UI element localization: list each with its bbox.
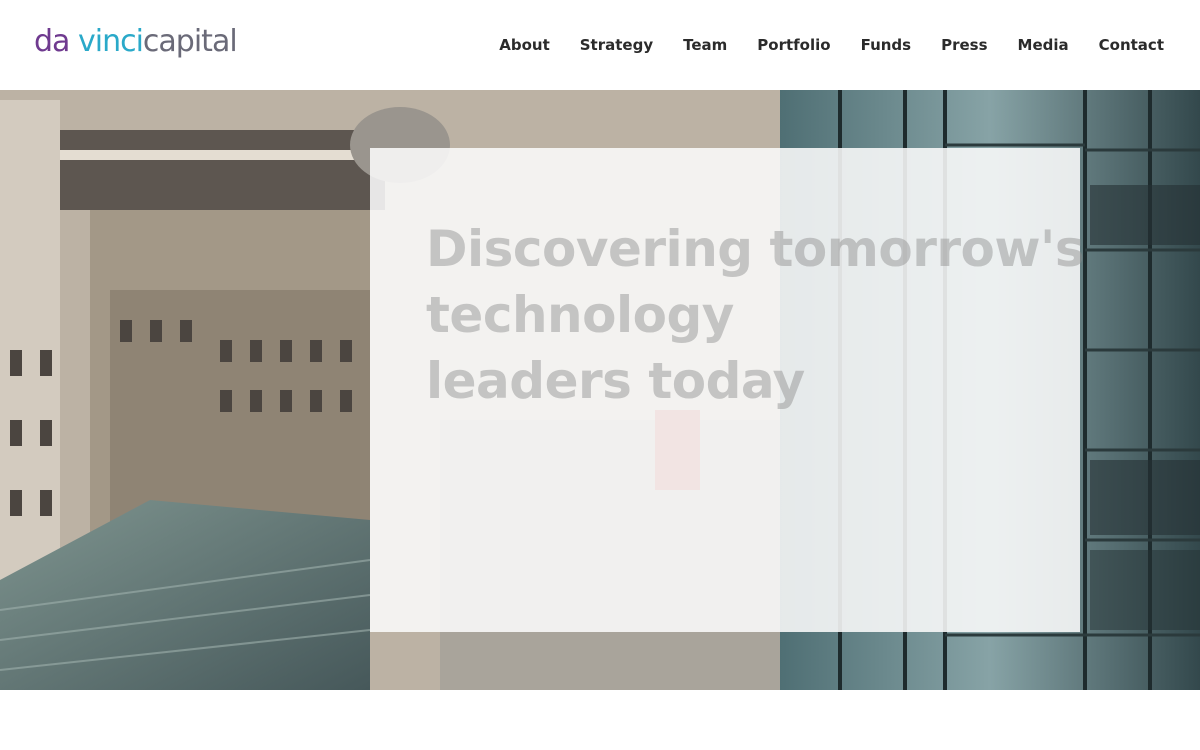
hero-headline-line1: Discovering tomorrow's xyxy=(426,220,1085,278)
nav-item-strategy[interactable]: Strategy xyxy=(580,34,653,56)
brand-logo[interactable]: da vincicapital xyxy=(34,24,238,60)
hero-headline-line2: technology xyxy=(426,286,734,344)
hero-section: Discovering tomorrow's technology leader… xyxy=(0,90,1200,690)
logo-word-vinci: vinci xyxy=(77,24,144,59)
hero-headline: Discovering tomorrow's technology leader… xyxy=(426,216,1085,414)
nav-item-contact[interactable]: Contact xyxy=(1099,34,1164,56)
nav-item-team[interactable]: Team xyxy=(683,34,727,56)
page-below-hero xyxy=(0,690,1200,750)
logo-word-capital: capital xyxy=(142,24,238,59)
site-header: da vincicapital About Strategy Team Port… xyxy=(0,0,1200,90)
hero-headline-line3: leaders today xyxy=(426,352,805,410)
nav-item-funds[interactable]: Funds xyxy=(861,34,912,56)
nav-item-press[interactable]: Press xyxy=(941,34,987,56)
nav-item-portfolio[interactable]: Portfolio xyxy=(757,34,830,56)
logo-word-da: da xyxy=(34,24,70,59)
nav-item-about[interactable]: About xyxy=(499,34,550,56)
main-nav: About Strategy Team Portfolio Funds Pres… xyxy=(469,34,1164,56)
hero-overlay-panel: Discovering tomorrow's technology leader… xyxy=(370,148,1085,632)
nav-item-media[interactable]: Media xyxy=(1018,34,1069,56)
